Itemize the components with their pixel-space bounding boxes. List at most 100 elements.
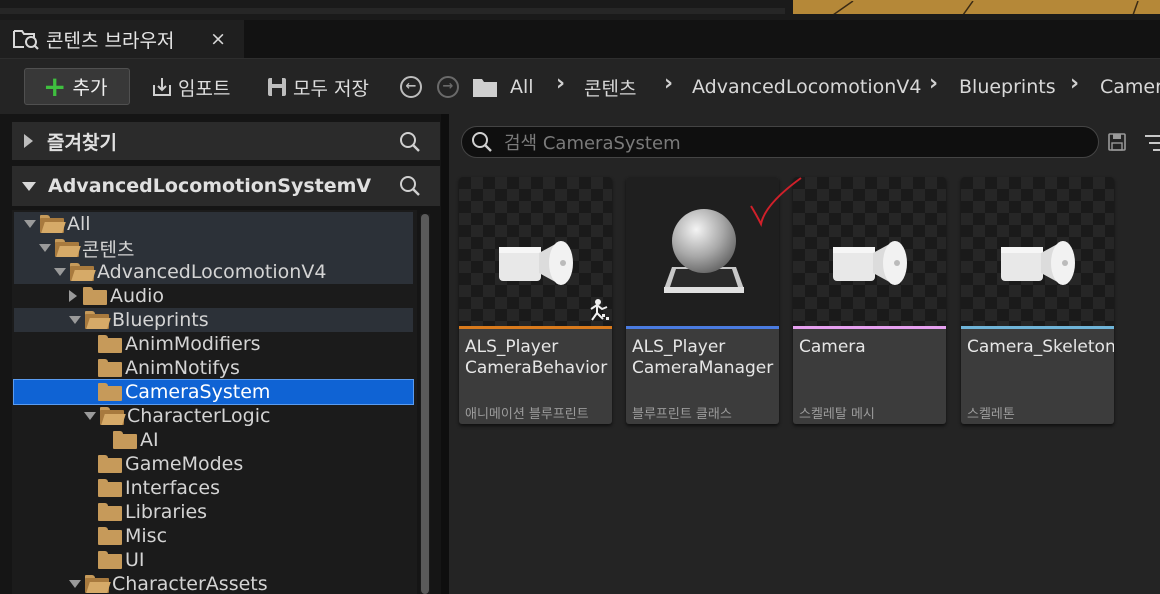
tree-item[interactable]: AdvancedLocomotionV4 (14, 260, 413, 284)
tree-item[interactable]: Libraries (14, 500, 413, 524)
content-browser-icon (12, 26, 40, 52)
search-icon[interactable] (398, 174, 422, 198)
breadcrumb-blueprints[interactable]: Blueprints (959, 72, 1056, 102)
favorites-title: 즐겨찾기 (47, 131, 117, 154)
folder-open-icon (40, 215, 66, 233)
tree-item[interactable]: Audio (14, 284, 413, 308)
search-input[interactable]: 검색 CameraSystem (461, 126, 1099, 158)
import-button[interactable]: 임포트 (150, 73, 230, 101)
tree-item[interactable]: UI (14, 548, 413, 572)
add-button[interactable]: + 추가 (24, 68, 130, 105)
breadcrumb-chevron-icon: › (556, 71, 566, 96)
tree-item[interactable]: Interfaces (14, 476, 413, 500)
asset-name-line1: Camera_Skeleton (967, 337, 1114, 357)
tree-item[interactable]: Misc (14, 524, 413, 548)
asset-name: ALS_Player CameraBehavior (465, 337, 610, 379)
add-label: 추가 (72, 77, 108, 99)
save-all-label: 모두 저장 (293, 77, 369, 100)
animation-badge-icon (585, 297, 611, 323)
tree-item[interactable]: AnimModifiers (14, 332, 413, 356)
breadcrumb-advancedlocomotion[interactable]: AdvancedLocomotionV4 (692, 72, 921, 102)
tree-item[interactable]: GameModes (14, 452, 413, 476)
tree-item[interactable]: AI (14, 428, 413, 452)
tree-item-label: UI (125, 549, 145, 571)
asset-thumbnail (793, 177, 946, 326)
tree-item-label: All (67, 213, 91, 235)
plus-icon: + (43, 69, 67, 103)
breadcrumb-content[interactable]: 콘텐츠 (584, 72, 636, 102)
tree-item-label: Blueprints (112, 309, 209, 331)
breadcrumb-all[interactable]: All (510, 72, 534, 102)
folder-open-icon (70, 263, 96, 281)
camera-icon (497, 239, 577, 287)
asset-tile[interactable]: ALS_Player CameraBehavior 애니메이션 블루프린트 (459, 177, 612, 424)
asset-name: Camera (799, 337, 944, 358)
tree-item[interactable]: Blueprints (14, 308, 413, 332)
forward-arrow-icon[interactable]: → (437, 76, 459, 98)
close-icon[interactable]: × (210, 28, 226, 50)
expand-arrow-icon[interactable] (84, 412, 96, 420)
folder-icon (98, 335, 122, 353)
tree-item-label: CameraSystem (125, 381, 271, 403)
panel-splitter[interactable] (441, 114, 449, 594)
asset-type-color-bar (459, 326, 612, 329)
content-browser-window: 콘텐츠 브라우저 × + 추가 임포트 모두 저장 ← → All › 콘텐츠 … (0, 0, 1160, 594)
expand-arrow-icon[interactable] (69, 316, 81, 324)
breadcrumb-camerasystem[interactable]: Camera (1100, 72, 1160, 102)
tree-item-label: GameModes (125, 453, 244, 475)
tree-item[interactable]: CharacterLogic (14, 404, 413, 428)
tab-content-browser[interactable]: 콘텐츠 브라우저 × (0, 20, 244, 58)
collapsed-arrow-icon[interactable] (69, 290, 77, 302)
search-icon[interactable] (398, 130, 422, 154)
asset-type-label: 스켈레탈 메시 (799, 407, 875, 422)
expand-arrow-icon[interactable] (24, 220, 36, 228)
tree-item[interactable]: CharacterAssets (14, 572, 413, 594)
asset-type-color-bar (961, 326, 1114, 329)
expand-arrow-icon[interactable] (69, 580, 81, 588)
asset-name-line1: Camera (799, 337, 866, 357)
tree-item-label: Misc (125, 525, 168, 547)
asset-type-color-bar (793, 326, 946, 329)
tree-item[interactable]: AnimNotifys (14, 356, 413, 380)
favorites-header[interactable]: 즐겨찾기 (12, 122, 440, 160)
import-icon (150, 75, 174, 99)
folder-icon (98, 503, 122, 521)
filter-icon[interactable] (1145, 132, 1160, 154)
folder-icon (113, 431, 137, 449)
save-search-icon[interactable] (1107, 132, 1127, 152)
tree-item-label: CharacterLogic (127, 405, 271, 427)
folder-icon (98, 359, 122, 377)
viewport-preview (793, 0, 1160, 14)
folder-icon (83, 287, 107, 305)
expand-arrow-icon[interactable] (39, 244, 51, 252)
save-all-button[interactable]: 모두 저장 (265, 73, 369, 101)
tab-title: 콘텐츠 브라우저 (46, 29, 175, 52)
import-label: 임포트 (178, 77, 231, 100)
tree-item[interactable]: 콘텐츠 (14, 236, 413, 261)
project-title: AdvancedLocomotionSystemV (48, 175, 372, 197)
asset-type-color-bar (626, 326, 779, 329)
folder-icon (98, 527, 122, 545)
folder-icon (98, 383, 122, 401)
tree-item[interactable]: All (14, 212, 413, 236)
expand-arrow-icon (24, 134, 33, 148)
asset-tile[interactable]: Camera 스켈레탈 메시 (793, 177, 946, 424)
tree-item-label: AdvancedLocomotionV4 (97, 261, 327, 283)
tree-item-label: AnimModifiers (125, 333, 261, 355)
red-checkmark-annotation (749, 176, 809, 231)
folder-open-icon (100, 407, 126, 425)
asset-tile[interactable]: Camera_Skeleton 스켈레톤 (961, 177, 1114, 424)
breadcrumb-chevron-icon: › (929, 71, 939, 96)
expand-arrow-icon[interactable] (54, 268, 66, 276)
search-icon (470, 130, 494, 154)
tree-item[interactable]: CameraSystem (13, 379, 414, 405)
folder-icon (98, 479, 122, 497)
tree-item-label: Interfaces (125, 477, 220, 499)
scrollbar-thumb[interactable] (421, 214, 429, 594)
collapse-arrow-icon (22, 181, 36, 191)
back-arrow-icon[interactable]: ← (400, 76, 422, 98)
project-header[interactable]: AdvancedLocomotionSystemV (12, 166, 440, 206)
camera-icon (999, 239, 1079, 287)
asset-name-line2: CameraBehavior (465, 358, 608, 378)
tree-scrollbar[interactable] (420, 214, 430, 594)
